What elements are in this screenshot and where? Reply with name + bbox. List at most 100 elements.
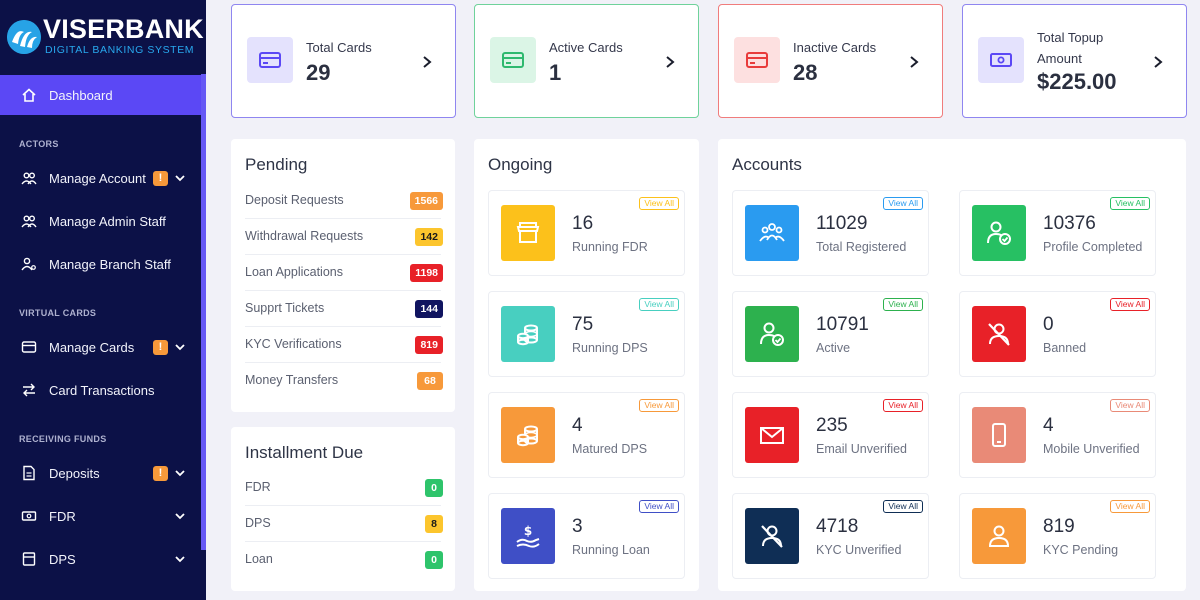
pending-label: KYC Verifications <box>245 337 342 351</box>
view-all-button[interactable]: View All <box>1110 197 1150 210</box>
document-icon <box>21 465 37 481</box>
chevron-right-icon[interactable] <box>908 55 920 69</box>
svg-text:$: $ <box>524 524 532 538</box>
tile-value: 10791 <box>816 314 869 335</box>
pending-label: Supprt Tickets <box>245 301 325 315</box>
section-virtual-cards: VIRTUAL CARDS <box>19 308 97 318</box>
stat-card-total-topup[interactable]: Total Topup Amount $225.00 <box>962 4 1187 118</box>
stat-card-inactive-cards[interactable]: Inactive Cards 28 <box>718 4 943 118</box>
users-group-icon <box>745 205 799 261</box>
tile-label: Active <box>816 341 851 355</box>
sidebar-item-manage-branch-staff[interactable]: Manage Branch Staff <box>0 246 201 282</box>
installment-row[interactable]: DPS 8 <box>245 506 443 542</box>
view-all-button[interactable]: View All <box>1110 399 1150 412</box>
ongoing-panel: Ongoing 16 Running FDR View All 75 Runni… <box>474 139 699 591</box>
view-all-button[interactable]: View All <box>639 298 679 311</box>
panel-title: Ongoing <box>488 155 553 174</box>
count-badge: 144 <box>415 300 443 318</box>
stat-card-active-cards[interactable]: Active Cards 1 <box>474 4 699 118</box>
chevron-down-icon[interactable] <box>174 467 186 479</box>
warning-badge: ! <box>153 170 168 186</box>
view-all-button[interactable]: View All <box>883 298 923 311</box>
tile-label: Mobile Unverified <box>1043 442 1140 456</box>
tile-value: 16 <box>572 213 594 234</box>
sidebar-scrollbar[interactable] <box>201 74 206 550</box>
stat-card-total-cards[interactable]: Total Cards 29 <box>231 4 456 118</box>
brand-logo[interactable]: VISERBANK DIGITAL BANKING SYSTEM <box>0 0 206 74</box>
store-icon <box>501 205 555 261</box>
view-all-button[interactable]: View All <box>639 500 679 513</box>
sidebar-item-manage-account[interactable]: Manage Account ! <box>0 160 201 196</box>
home-icon <box>21 87 37 103</box>
sidebar-item-label: Deposits <box>49 465 100 481</box>
installment-row[interactable]: FDR 0 <box>245 470 443 506</box>
chevron-down-icon[interactable] <box>174 172 186 184</box>
tile-value: 4 <box>572 415 583 436</box>
pending-row[interactable]: Supprt Tickets 144 <box>245 291 443 327</box>
sidebar-item-fdr[interactable]: FDR <box>0 498 201 534</box>
panel-title: Pending <box>245 155 308 174</box>
ongoing-tile-running-fdr[interactable]: 16 Running FDR View All <box>488 190 685 276</box>
installment-label: DPS <box>245 516 271 530</box>
count-badge: 8 <box>425 515 443 533</box>
view-all-button[interactable]: View All <box>639 197 679 210</box>
card-icon <box>490 37 536 83</box>
chevron-down-icon[interactable] <box>174 341 186 353</box>
account-tile-profile-completed[interactable]: 10376 Profile Completed View All <box>959 190 1156 276</box>
pending-label: Withdrawal Requests <box>245 229 364 243</box>
view-all-button[interactable]: View All <box>1110 298 1150 311</box>
sidebar-item-manage-admin-staff[interactable]: Manage Admin Staff <box>0 203 201 239</box>
view-all-button[interactable]: View All <box>639 399 679 412</box>
sidebar-item-card-transactions[interactable]: Card Transactions <box>0 372 201 408</box>
pending-row[interactable]: Deposit Requests 1566 <box>245 183 443 219</box>
installment-label: Loan <box>245 552 273 566</box>
pending-row[interactable]: Withdrawal Requests 142 <box>245 219 443 255</box>
stat-label: Total Cards <box>306 40 372 55</box>
count-badge: 142 <box>415 228 443 246</box>
installment-row[interactable]: Loan 0 <box>245 542 443 578</box>
pending-row[interactable]: KYC Verifications 819 <box>245 327 443 363</box>
tile-label: Running Loan <box>572 543 650 557</box>
view-all-button[interactable]: View All <box>883 500 923 513</box>
account-tile-banned[interactable]: 0 Banned View All <box>959 291 1156 377</box>
chevron-down-icon[interactable] <box>174 553 186 565</box>
user-ban-icon <box>972 306 1026 362</box>
chevron-right-icon[interactable] <box>1152 55 1164 69</box>
account-tile-kyc-pending[interactable]: 819 KYC Pending View All <box>959 493 1156 579</box>
account-tile-active[interactable]: 10791 Active View All <box>732 291 929 377</box>
sidebar-item-dashboard[interactable]: Dashboard <box>0 77 201 113</box>
pending-row[interactable]: Money Transfers 68 <box>245 363 443 399</box>
sidebar-item-manage-cards[interactable]: Manage Cards ! <box>0 329 201 365</box>
account-tile-email-unverified[interactable]: 235 Email Unverified View All <box>732 392 929 478</box>
sidebar-item-deposits[interactable]: Deposits ! <box>0 455 201 491</box>
sidebar: VISERBANK DIGITAL BANKING SYSTEM Dashboa… <box>0 0 206 600</box>
tile-value: 75 <box>572 314 594 335</box>
money-icon <box>21 508 37 524</box>
view-all-button[interactable]: View All <box>883 197 923 210</box>
ongoing-tile-running-loan[interactable]: $ 3 Running Loan View All <box>488 493 685 579</box>
view-all-button[interactable]: View All <box>883 399 923 412</box>
account-tile-total-registered[interactable]: 11029 Total Registered View All <box>732 190 929 276</box>
chevron-right-icon[interactable] <box>664 55 676 69</box>
section-receiving-funds: RECEIVING FUNDS <box>19 434 107 444</box>
chevron-down-icon[interactable] <box>174 510 186 522</box>
tile-label: KYC Pending <box>1043 543 1119 557</box>
sidebar-item-label: Manage Admin Staff <box>49 213 166 229</box>
stat-value: 29 <box>306 60 331 85</box>
chevron-right-icon[interactable] <box>421 55 433 69</box>
pending-label: Loan Applications <box>245 265 343 279</box>
ongoing-tile-running-dps[interactable]: 75 Running DPS View All <box>488 291 685 377</box>
stat-label-line2: Amount <box>1037 51 1082 66</box>
tile-value: 3 <box>572 516 583 537</box>
ongoing-tile-matured-dps[interactable]: 4 Matured DPS View All <box>488 392 685 478</box>
view-all-button[interactable]: View All <box>1110 500 1150 513</box>
pending-panel: Pending Deposit Requests 1566 Withdrawal… <box>231 139 455 412</box>
stat-value: 1 <box>549 60 562 85</box>
count-badge: 1566 <box>409 192 443 210</box>
user-check-icon <box>972 205 1026 261</box>
coins-icon <box>501 306 555 362</box>
account-tile-mobile-unverified[interactable]: 4 Mobile Unverified View All <box>959 392 1156 478</box>
sidebar-item-dps[interactable]: DPS <box>0 541 201 577</box>
account-tile-kyc-unverified[interactable]: 4718 KYC Unverified View All <box>732 493 929 579</box>
pending-row[interactable]: Loan Applications 1198 <box>245 255 443 291</box>
